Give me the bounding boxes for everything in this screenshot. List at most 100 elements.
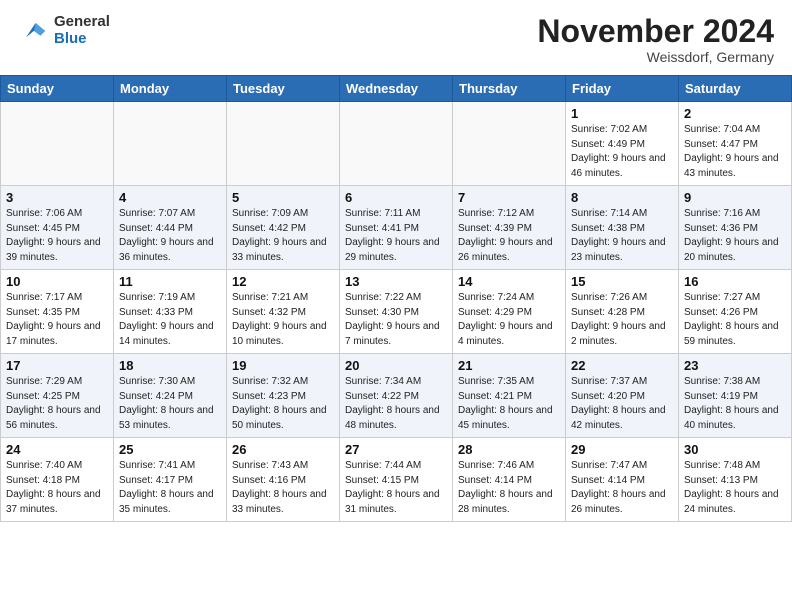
day-number: 8 xyxy=(571,190,673,205)
calendar-day-cell: 13Sunrise: 7:22 AM Sunset: 4:30 PM Dayli… xyxy=(340,270,453,354)
day-number: 1 xyxy=(571,106,673,121)
calendar-day-cell: 27 Sunrise: 7:44 AM Sunset: 4:15 PM Dayli… xyxy=(340,438,453,522)
day-info: Sunrise: 7:22 AM Sunset: 4:30 PM Dayligh… xyxy=(345,291,447,349)
header: General Blue November 2024 Weissdorf, Ge… xyxy=(0,0,792,71)
day-info: Sunrise: 7:04 AM Sunset: 4:47 PM Dayligh… xyxy=(684,123,786,181)
calendar-day-cell: 24Sunrise: 7:40 AM Sunset: 4:18 PM Dayli… xyxy=(1,438,114,522)
day-number: 6 xyxy=(345,190,447,205)
month-title: November 2024 xyxy=(537,14,774,49)
calendar-day-cell: 22 Sunrise: 7:37 AM Sunset: 4:20 PM Dayli… xyxy=(566,354,679,438)
day-info: Sunrise: 7:34 AM Sunset: 4:22 PM Dayligh… xyxy=(345,375,447,433)
day-info: Sunrise: 7:41 AM Sunset: 4:17 PM Dayligh… xyxy=(119,459,221,517)
calendar-day-cell: 28 Sunrise: 7:46 AM Sunset: 4:14 PM Dayli… xyxy=(453,438,566,522)
page: General Blue November 2024 Weissdorf, Ge… xyxy=(0,0,792,612)
day-info: Sunrise: 7:46 AM Sunset: 4:14 PM Dayligh… xyxy=(458,459,560,517)
day-number: 24 xyxy=(6,442,108,457)
calendar-table: SundayMondayTuesdayWednesdayThursdayFrid… xyxy=(0,75,792,522)
day-number: 28 xyxy=(458,442,560,457)
calendar-day-cell: 10Sunrise: 7:17 AM Sunset: 4:35 PM Dayli… xyxy=(1,270,114,354)
day-number: 5 xyxy=(232,190,334,205)
calendar-day-cell xyxy=(340,102,453,186)
calendar-day-cell: 3 Sunrise: 7:06 AM Sunset: 4:45 PM Daylig… xyxy=(1,186,114,270)
title-block: November 2024 Weissdorf, Germany xyxy=(537,14,774,65)
calendar-day-cell: 20Sunrise: 7:34 AM Sunset: 4:22 PM Dayli… xyxy=(340,354,453,438)
day-number: 29 xyxy=(571,442,673,457)
day-info: Sunrise: 7:27 AM Sunset: 4:26 PM Dayligh… xyxy=(684,291,786,349)
day-number: 30 xyxy=(684,442,786,457)
calendar-day-cell xyxy=(114,102,227,186)
day-info: Sunrise: 7:30 AM Sunset: 4:24 PM Dayligh… xyxy=(119,375,221,433)
day-number: 7 xyxy=(458,190,560,205)
calendar-day-cell xyxy=(1,102,114,186)
day-number: 19 xyxy=(232,358,334,373)
day-number: 25 xyxy=(119,442,221,457)
calendar-week-row: 10Sunrise: 7:17 AM Sunset: 4:35 PM Dayli… xyxy=(1,270,792,354)
calendar-day-cell: 25 Sunrise: 7:41 AM Sunset: 4:17 PM Dayli… xyxy=(114,438,227,522)
calendar-day-cell: 17 Sunrise: 7:29 AM Sunset: 4:25 PM Dayli… xyxy=(1,354,114,438)
day-number: 2 xyxy=(684,106,786,121)
calendar-day-cell: 9 Sunrise: 7:16 AM Sunset: 4:36 PM Daylig… xyxy=(679,186,792,270)
day-number: 18 xyxy=(119,358,221,373)
day-of-week-header: Sunday xyxy=(1,76,114,102)
day-number: 22 xyxy=(571,358,673,373)
day-info: Sunrise: 7:11 AM Sunset: 4:41 PM Dayligh… xyxy=(345,207,447,265)
calendar-day-cell: 19 Sunrise: 7:32 AM Sunset: 4:23 PM Dayli… xyxy=(227,354,340,438)
calendar-day-cell: 16 Sunrise: 7:27 AM Sunset: 4:26 PM Dayli… xyxy=(679,270,792,354)
day-info: Sunrise: 7:47 AM Sunset: 4:14 PM Dayligh… xyxy=(571,459,673,517)
day-number: 21 xyxy=(458,358,560,373)
day-info: Sunrise: 7:35 AM Sunset: 4:21 PM Dayligh… xyxy=(458,375,560,433)
calendar-day-cell xyxy=(227,102,340,186)
logo-blue-text: Blue xyxy=(54,31,110,48)
calendar-day-cell: 5 Sunrise: 7:09 AM Sunset: 4:42 PM Daylig… xyxy=(227,186,340,270)
day-number: 17 xyxy=(6,358,108,373)
calendar-week-row: 17 Sunrise: 7:29 AM Sunset: 4:25 PM Dayli… xyxy=(1,354,792,438)
day-number: 9 xyxy=(684,190,786,205)
calendar-week-row: 24Sunrise: 7:40 AM Sunset: 4:18 PM Dayli… xyxy=(1,438,792,522)
day-info: Sunrise: 7:29 AM Sunset: 4:25 PM Dayligh… xyxy=(6,375,108,433)
calendar-day-cell: 29 Sunrise: 7:47 AM Sunset: 4:14 PM Dayli… xyxy=(566,438,679,522)
calendar-day-cell: 21 Sunrise: 7:35 AM Sunset: 4:21 PM Dayli… xyxy=(453,354,566,438)
day-number: 27 xyxy=(345,442,447,457)
calendar-day-cell: 7 Sunrise: 7:12 AM Sunset: 4:39 PM Daylig… xyxy=(453,186,566,270)
logo-text: General Blue xyxy=(54,14,110,47)
day-info: Sunrise: 7:16 AM Sunset: 4:36 PM Dayligh… xyxy=(684,207,786,265)
calendar-day-cell: 14 Sunrise: 7:24 AM Sunset: 4:29 PM Dayli… xyxy=(453,270,566,354)
day-info: Sunrise: 7:12 AM Sunset: 4:39 PM Dayligh… xyxy=(458,207,560,265)
day-info: Sunrise: 7:07 AM Sunset: 4:44 PM Dayligh… xyxy=(119,207,221,265)
calendar-day-cell: 2 Sunrise: 7:04 AM Sunset: 4:47 PM Daylig… xyxy=(679,102,792,186)
location: Weissdorf, Germany xyxy=(537,49,774,65)
day-of-week-header: Tuesday xyxy=(227,76,340,102)
day-info: Sunrise: 7:43 AM Sunset: 4:16 PM Dayligh… xyxy=(232,459,334,517)
logo-general-text: General xyxy=(54,14,110,31)
day-number: 15 xyxy=(571,274,673,289)
day-of-week-header: Saturday xyxy=(679,76,792,102)
day-info: Sunrise: 7:24 AM Sunset: 4:29 PM Dayligh… xyxy=(458,291,560,349)
day-number: 26 xyxy=(232,442,334,457)
day-info: Sunrise: 7:37 AM Sunset: 4:20 PM Dayligh… xyxy=(571,375,673,433)
calendar-day-cell: 18 Sunrise: 7:30 AM Sunset: 4:24 PM Dayli… xyxy=(114,354,227,438)
day-of-week-header: Monday xyxy=(114,76,227,102)
day-info: Sunrise: 7:21 AM Sunset: 4:32 PM Dayligh… xyxy=(232,291,334,349)
day-number: 3 xyxy=(6,190,108,205)
day-of-week-header: Wednesday xyxy=(340,76,453,102)
day-number: 16 xyxy=(684,274,786,289)
day-info: Sunrise: 7:09 AM Sunset: 4:42 PM Dayligh… xyxy=(232,207,334,265)
logo: General Blue xyxy=(18,14,110,47)
calendar-day-cell: 6 Sunrise: 7:11 AM Sunset: 4:41 PM Daylig… xyxy=(340,186,453,270)
day-info: Sunrise: 7:06 AM Sunset: 4:45 PM Dayligh… xyxy=(6,207,108,265)
calendar-day-cell: 23Sunrise: 7:38 AM Sunset: 4:19 PM Dayli… xyxy=(679,354,792,438)
day-info: Sunrise: 7:44 AM Sunset: 4:15 PM Dayligh… xyxy=(345,459,447,517)
day-of-week-header: Thursday xyxy=(453,76,566,102)
day-info: Sunrise: 7:32 AM Sunset: 4:23 PM Dayligh… xyxy=(232,375,334,433)
calendar-day-cell: 4Sunrise: 7:07 AM Sunset: 4:44 PM Daylig… xyxy=(114,186,227,270)
calendar-day-cell xyxy=(453,102,566,186)
day-info: Sunrise: 7:48 AM Sunset: 4:13 PM Dayligh… xyxy=(684,459,786,517)
day-info: Sunrise: 7:38 AM Sunset: 4:19 PM Dayligh… xyxy=(684,375,786,433)
day-info: Sunrise: 7:02 AM Sunset: 4:49 PM Dayligh… xyxy=(571,123,673,181)
logo-icon xyxy=(18,15,50,47)
day-number: 10 xyxy=(6,274,108,289)
calendar-day-cell: 8Sunrise: 7:14 AM Sunset: 4:38 PM Daylig… xyxy=(566,186,679,270)
day-info: Sunrise: 7:26 AM Sunset: 4:28 PM Dayligh… xyxy=(571,291,673,349)
calendar-week-row: 3 Sunrise: 7:06 AM Sunset: 4:45 PM Daylig… xyxy=(1,186,792,270)
day-number: 14 xyxy=(458,274,560,289)
